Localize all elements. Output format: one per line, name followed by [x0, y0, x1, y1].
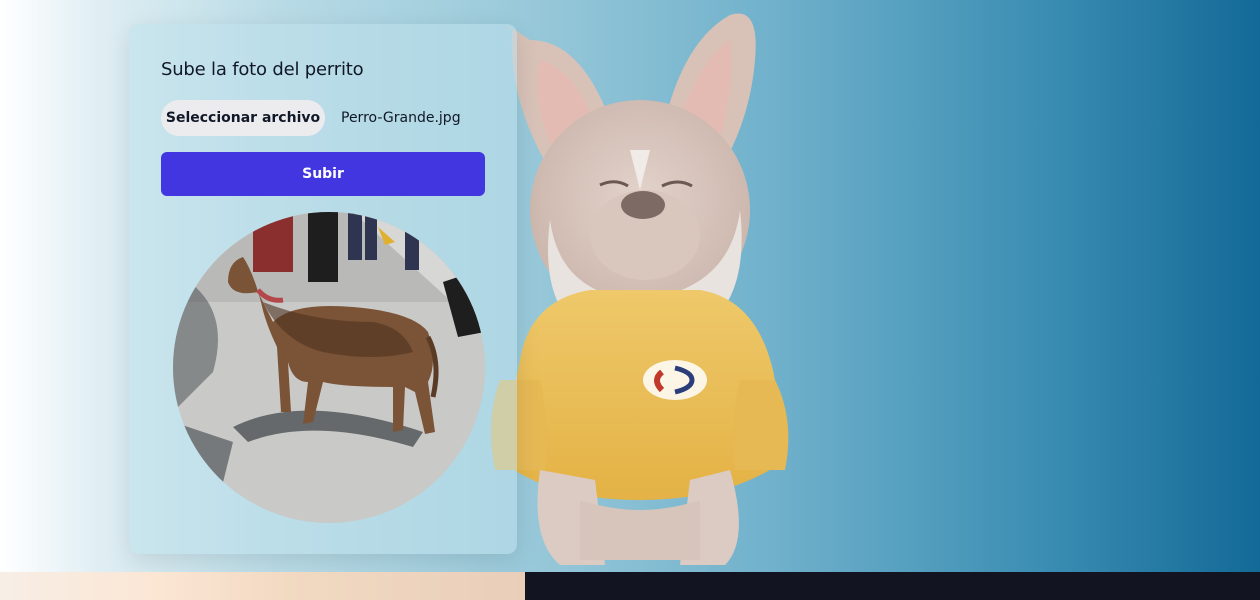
bottom-dark-strip [525, 572, 1260, 600]
upload-card-title: Sube la foto del perrito [161, 59, 364, 80]
uploaded-dog-preview-image [173, 212, 485, 523]
page: Sube la foto del perrito Seleccionar arc… [0, 0, 1260, 600]
bottom-image-strip [0, 572, 525, 600]
upload-submit-button[interactable]: Subir [161, 152, 485, 196]
upload-card: Sube la foto del perrito Seleccionar arc… [129, 24, 517, 554]
choose-file-button[interactable]: Seleccionar archivo [161, 100, 325, 136]
selected-file-name: Perro-Grande.jpg [341, 110, 461, 126]
